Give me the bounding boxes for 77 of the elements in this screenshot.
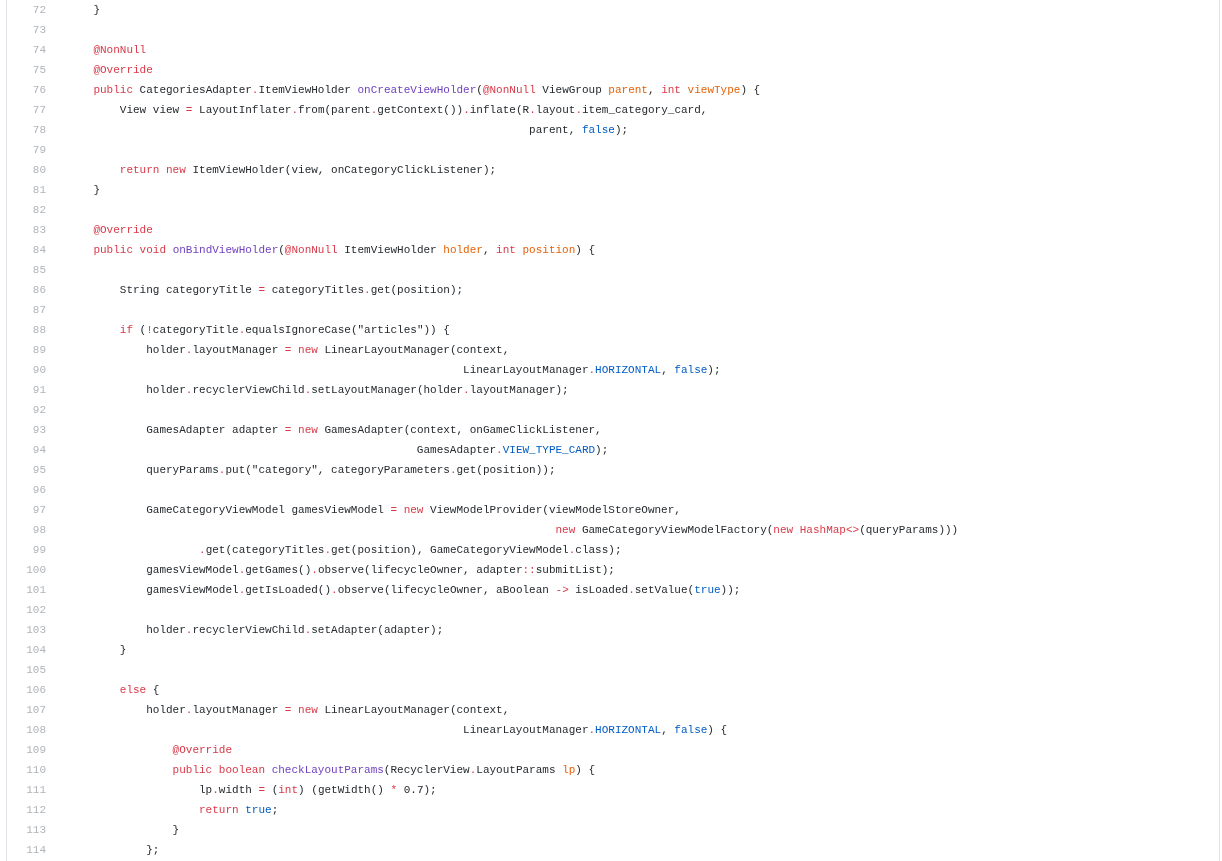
line-number: 99 [31,544,46,556]
line-number: 105 [25,664,46,676]
line-number: 84 [31,244,46,256]
line-number: 109 [25,744,46,756]
line-number: 114 [25,844,46,856]
line-number: 108 [25,724,46,736]
code-line: public CategoriesAdapter.ItemViewHolder onCreateViewHolder(@NonNull ViewGroup parent, int viewType) { [92,84,761,96]
code-line: GamesAdapter.VIEW_TYPE_CARD); [415,444,609,456]
line-number: 73 [31,24,46,36]
code-line: GameCategoryViewModel gamesViewModel = new ViewModelProvider(viewModelStoreOwner, [145,504,681,516]
code-line: holder.recyclerViewChild.setAdapter(adapter); [145,624,444,636]
code-line: GamesAdapter adapter = new GamesAdapter(context, onGameClickListener, [145,424,602,436]
code-line: else { [118,684,160,696]
line-number: 86 [31,284,46,296]
code-line: gamesViewModel.getIsLoaded().observe(lifecycleOwner, aBoolean -> isLoaded.setValue(true)); [145,584,741,596]
code-line: } [92,184,100,196]
line-number: 76 [31,84,46,96]
line-number: 101 [25,584,46,596]
line-number: 75 [31,64,46,76]
code-line: }; [145,844,160,856]
line-number: 107 [25,704,46,716]
line-number: 77 [31,104,46,116]
code-line: holder.layoutManager = new LinearLayoutManager(context, [145,344,510,356]
line-number: 78 [31,124,46,136]
line-number: 94 [31,444,46,456]
line-number: 88 [31,324,46,336]
code-line: public boolean checkLayoutParams(RecyclerView.LayoutParams lp) { [171,764,596,776]
line-number: 83 [31,224,46,236]
code-line: public void onBindViewHolder(@NonNull ItemViewHolder holder, int position) { [92,244,596,256]
code-line: LinearLayoutManager.HORIZONTAL, false) { [462,724,728,736]
line-number: 96 [31,484,46,496]
line-number: 113 [25,824,46,836]
code-line: holder.layoutManager = new LinearLayoutManager(context, [145,704,510,716]
line-number: 95 [31,464,46,476]
line-number: 82 [31,204,46,216]
line-number: 90 [31,364,46,376]
code-line: if (!categoryTitle.equalsIgnoreCase("articles")) { [118,324,450,336]
line-number: 92 [31,404,46,416]
line-number: 102 [25,604,46,616]
code-line: gamesViewModel.getGames().observe(lifecycleOwner, adapter::submitList); [145,564,615,576]
line-number: 104 [25,644,46,656]
code-line: parent, false); [528,124,629,136]
code-line: } [92,4,100,16]
line-number: 98 [31,524,46,536]
line-number: 81 [31,184,46,196]
line-number: 87 [31,304,46,316]
code-line: holder.recyclerViewChild.setLayoutManager(holder.layoutManager); [145,384,569,396]
code-line: @Override [171,744,233,756]
line-number: 97 [31,504,46,516]
code-line: return new ItemViewHolder(view, onCategoryClickListener); [118,164,497,176]
line-number: 91 [31,384,46,396]
line-number: 106 [25,684,46,696]
line-number: 112 [25,804,46,816]
code-line: .get(categoryTitles.get(position), GameCategoryViewModel.class); [198,544,622,556]
line-number: 79 [31,144,46,156]
line-number: 80 [31,164,46,176]
code-line: lp.width = (int) (getWidth() * 0.7); [198,784,437,796]
line-number: 85 [31,264,46,276]
line-number: 89 [31,344,46,356]
code-line: return true; [198,804,279,816]
line-number: 93 [31,424,46,436]
code-line: } [118,644,127,656]
line-number: 72 [31,4,46,16]
code-line: String categoryTitle = categoryTitles.get(position); [118,284,464,296]
line-number: 74 [31,44,46,56]
line-number: 103 [25,624,46,636]
code-line: new GameCategoryViewModelFactory(new HashMap<>(queryParams))) [554,524,959,536]
line-number: 110 [25,764,46,776]
line-number: 111 [25,784,46,796]
code-line: @NonNull [92,44,147,56]
code-line: @Override [92,64,153,76]
code-line: } [171,824,180,836]
code-line: @Override [92,224,153,236]
line-number: 100 [25,564,46,576]
code-line: View view = LayoutInflater.from(parent.getContext()).inflate(R.layout.item_category_card, [118,104,708,116]
code-line: LinearLayoutManager.HORIZONTAL, false); [462,364,721,376]
code-line: queryParams.put("category", categoryParameters.get(position)); [145,464,556,476]
